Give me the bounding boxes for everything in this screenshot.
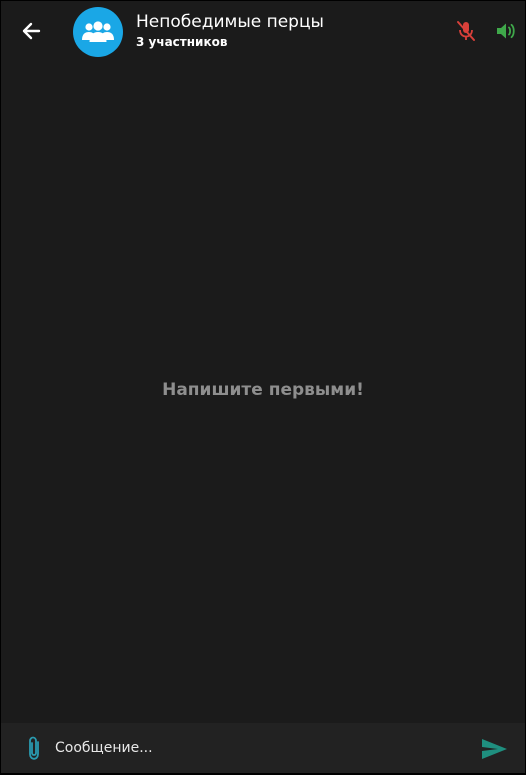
attach-button[interactable] (23, 735, 45, 761)
chat-header: Непобедимые перцы 3 участников (1, 1, 525, 61)
chat-title-block: Непобедимые перцы 3 участников (136, 11, 324, 51)
arrow-left-icon (22, 22, 41, 40)
chat-title: Непобедимые перцы (136, 12, 324, 32)
speaker-button[interactable] (494, 20, 518, 42)
mute-microphone-button[interactable] (455, 20, 477, 42)
message-composer (1, 723, 525, 773)
group-avatar[interactable] (73, 7, 123, 57)
chat-window: Непобедимые перцы 3 участников Напишите … (1, 1, 525, 773)
participants-count: 3 участников (136, 35, 228, 49)
paperclip-icon (29, 736, 39, 760)
send-icon (482, 739, 507, 759)
empty-chat-message: Напишите первыми! (162, 380, 364, 400)
group-icon (82, 21, 114, 42)
send-button[interactable] (479, 736, 509, 762)
message-input[interactable] (55, 736, 455, 760)
back-button[interactable] (17, 17, 45, 45)
volume-up-icon (497, 23, 515, 39)
mic-off-icon (457, 21, 475, 41)
